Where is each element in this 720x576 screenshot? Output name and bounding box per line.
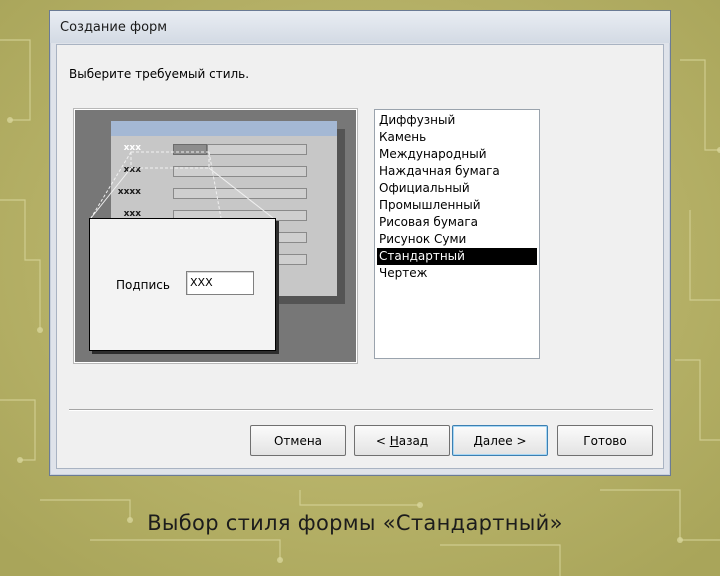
style-listbox[interactable]: Диффузный Камень Международный Наждачная… <box>374 109 540 359</box>
dialog-client-area: Выберите требуемый стиль. xxx xxx xxxx x… <box>56 44 664 469</box>
style-option[interactable]: Промышленный <box>377 197 537 214</box>
style-option[interactable]: Официальный <box>377 180 537 197</box>
style-option-selected[interactable]: Стандартный <box>377 248 537 265</box>
cancel-button[interactable]: Отмена <box>250 425 346 456</box>
back-button-mnemonic: Н <box>389 434 399 448</box>
form-wizard-dialog: Создание форм Выберите требуемый стиль. … <box>49 10 671 476</box>
style-option[interactable]: Чертеж <box>377 265 537 282</box>
back-button-label: азад <box>398 434 429 448</box>
style-option[interactable]: Камень <box>377 129 537 146</box>
dialog-title-bar[interactable]: Создание форм <box>50 11 670 43</box>
style-option[interactable]: Рисовая бумага <box>377 214 537 231</box>
preview-caption-label: Подпись <box>116 278 170 292</box>
slide-caption: Выбор стиля формы «Стандартный» <box>147 511 563 535</box>
instruction-text: Выберите требуемый стиль. <box>69 67 250 81</box>
next-button-mnemonic: Д <box>473 434 483 448</box>
back-button-prefix: < <box>375 434 390 448</box>
next-button-label: алее > <box>482 434 527 448</box>
style-option[interactable]: Наждачная бумага <box>377 163 537 180</box>
finish-button[interactable]: Готово <box>557 425 653 456</box>
button-divider <box>69 409 653 411</box>
style-preview: xxx xxx xxxx xxx xxx xxx <box>73 108 358 364</box>
style-option[interactable]: Рисунок Суми <box>377 231 537 248</box>
dialog-title: Создание форм <box>60 20 168 35</box>
preview-zoom-callout: Подпись XXX <box>89 218 276 351</box>
style-option[interactable]: Диффузный <box>377 112 537 129</box>
back-button[interactable]: < Назад <box>354 425 450 456</box>
preview-caption-field: XXX <box>186 271 254 295</box>
style-option[interactable]: Международный <box>377 146 537 163</box>
next-button[interactable]: Далее > <box>452 425 548 456</box>
